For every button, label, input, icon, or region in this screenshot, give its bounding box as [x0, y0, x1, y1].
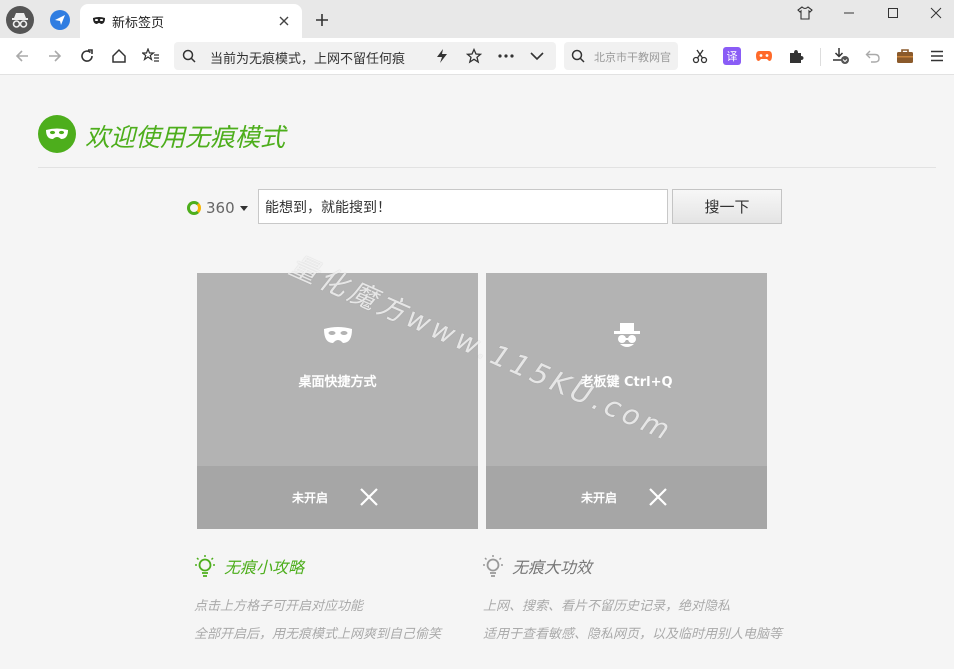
new-tab-plus-icon[interactable] [312, 10, 332, 30]
scissors-screenshot-icon[interactable] [691, 47, 709, 65]
game-controller-icon[interactable] [755, 47, 773, 65]
search-button[interactable]: 搜一下 [672, 189, 782, 224]
extensions-puzzle-icon[interactable] [787, 47, 805, 65]
page-title: 欢迎使用无痕模式 [85, 123, 286, 152]
home-icon[interactable] [107, 44, 131, 68]
mask-icon [93, 17, 105, 24]
reload-icon[interactable] [75, 44, 99, 68]
card-label: 桌面快捷方式 [298, 375, 377, 390]
tab-new-tab[interactable]: 新标签页 [80, 4, 302, 38]
tips-right-header: 无痕大功效 [482, 554, 592, 578]
toolbox-briefcase-icon[interactable] [896, 47, 914, 65]
mask-icon [320, 321, 356, 351]
card-desktop-shortcut[interactable]: 桌面快捷方式 未开启 [197, 273, 478, 529]
incognito-avatar-icon[interactable] [6, 6, 34, 34]
translate-extension-icon[interactable]: 译 [723, 47, 741, 65]
card-status-bar[interactable]: 未开启 [197, 466, 478, 529]
close-window-icon[interactable] [918, 2, 954, 24]
favorites-star-list-icon[interactable] [139, 44, 163, 68]
back-arrow-icon[interactable] [10, 44, 34, 68]
tips-left-header: 无痕小攻略 [194, 554, 304, 578]
card-status: 未开启 [292, 491, 329, 505]
lightbulb-icon [195, 555, 215, 577]
side-search-box[interactable]: 北京市干教网官 [564, 42, 678, 70]
tips-right-line: 上网、搜索、看片不留历史记录，绝对隐私 [483, 599, 731, 614]
translate-extension-label: 译 [726, 50, 738, 63]
hat-disguise-icon [609, 321, 645, 351]
forward-arrow-icon[interactable] [43, 44, 67, 68]
incognito-new-tab-page: 欢迎使用无痕模式 360 搜一下 桌面快捷方式 未开启 老板键 Ctrl+Q 未… [0, 76, 954, 669]
tab-title: 新标签页 [112, 15, 165, 31]
undo-close-tab-icon[interactable] [864, 47, 882, 65]
toolbar-divider [820, 48, 821, 66]
tips-right-line: 适用于查看敏感、隐私网页，以及临时用别人电脑等 [483, 627, 783, 642]
search-icon [571, 49, 585, 63]
caret-down-icon [239, 205, 248, 211]
tips-left-title: 无痕小攻略 [224, 558, 305, 577]
card-label: 老板键 Ctrl+Q [580, 375, 673, 390]
bookmark-star-icon[interactable] [466, 48, 482, 64]
search-input[interactable] [258, 189, 668, 224]
card-status: 未开启 [581, 491, 618, 505]
address-text[interactable]: 当前为无痕模式，上网不留任何痕 [210, 48, 420, 67]
maximize-icon[interactable] [875, 2, 911, 24]
skin-tshirt-icon[interactable] [787, 2, 823, 24]
engine-360-logo-icon [187, 201, 201, 215]
chevron-down-icon[interactable] [530, 51, 544, 61]
tips-left-line: 全部开启后，用无痕模式上网爽到自己偷笑 [194, 627, 442, 642]
tips-left-line: 点击上方格子可开启对应功能 [194, 599, 364, 614]
engine-name: 360 [206, 199, 235, 217]
tab-close-icon[interactable] [276, 13, 292, 29]
download-icon[interactable] [832, 47, 850, 65]
card-status-bar[interactable]: 未开启 [486, 466, 767, 529]
close-icon[interactable] [647, 486, 669, 508]
header-divider [38, 167, 936, 168]
incognito-mask-logo-icon [38, 115, 76, 153]
minimize-icon[interactable] [831, 2, 867, 24]
search-engine-selector[interactable]: 360 [187, 197, 248, 219]
search-icon [182, 49, 196, 63]
lightbulb-icon [483, 555, 503, 577]
lightning-icon[interactable] [436, 48, 448, 64]
toolbar: 当前为无痕模式，上网不留任何痕 北京市干教网官 译 [0, 38, 954, 75]
tab-strip: 新标签页 [0, 0, 954, 38]
menu-hamburger-icon[interactable] [928, 47, 946, 65]
side-search-placeholder: 北京市干教网官 [594, 51, 671, 64]
close-icon[interactable] [358, 486, 380, 508]
card-boss-key[interactable]: 老板键 Ctrl+Q 未开启 [486, 273, 767, 529]
more-dots-icon[interactable] [498, 54, 514, 58]
address-bar[interactable]: 当前为无痕模式，上网不留任何痕 [174, 42, 556, 70]
pinned-tab-navigation-icon[interactable] [50, 10, 70, 30]
tips-right-title: 无痕大功效 [512, 558, 593, 577]
